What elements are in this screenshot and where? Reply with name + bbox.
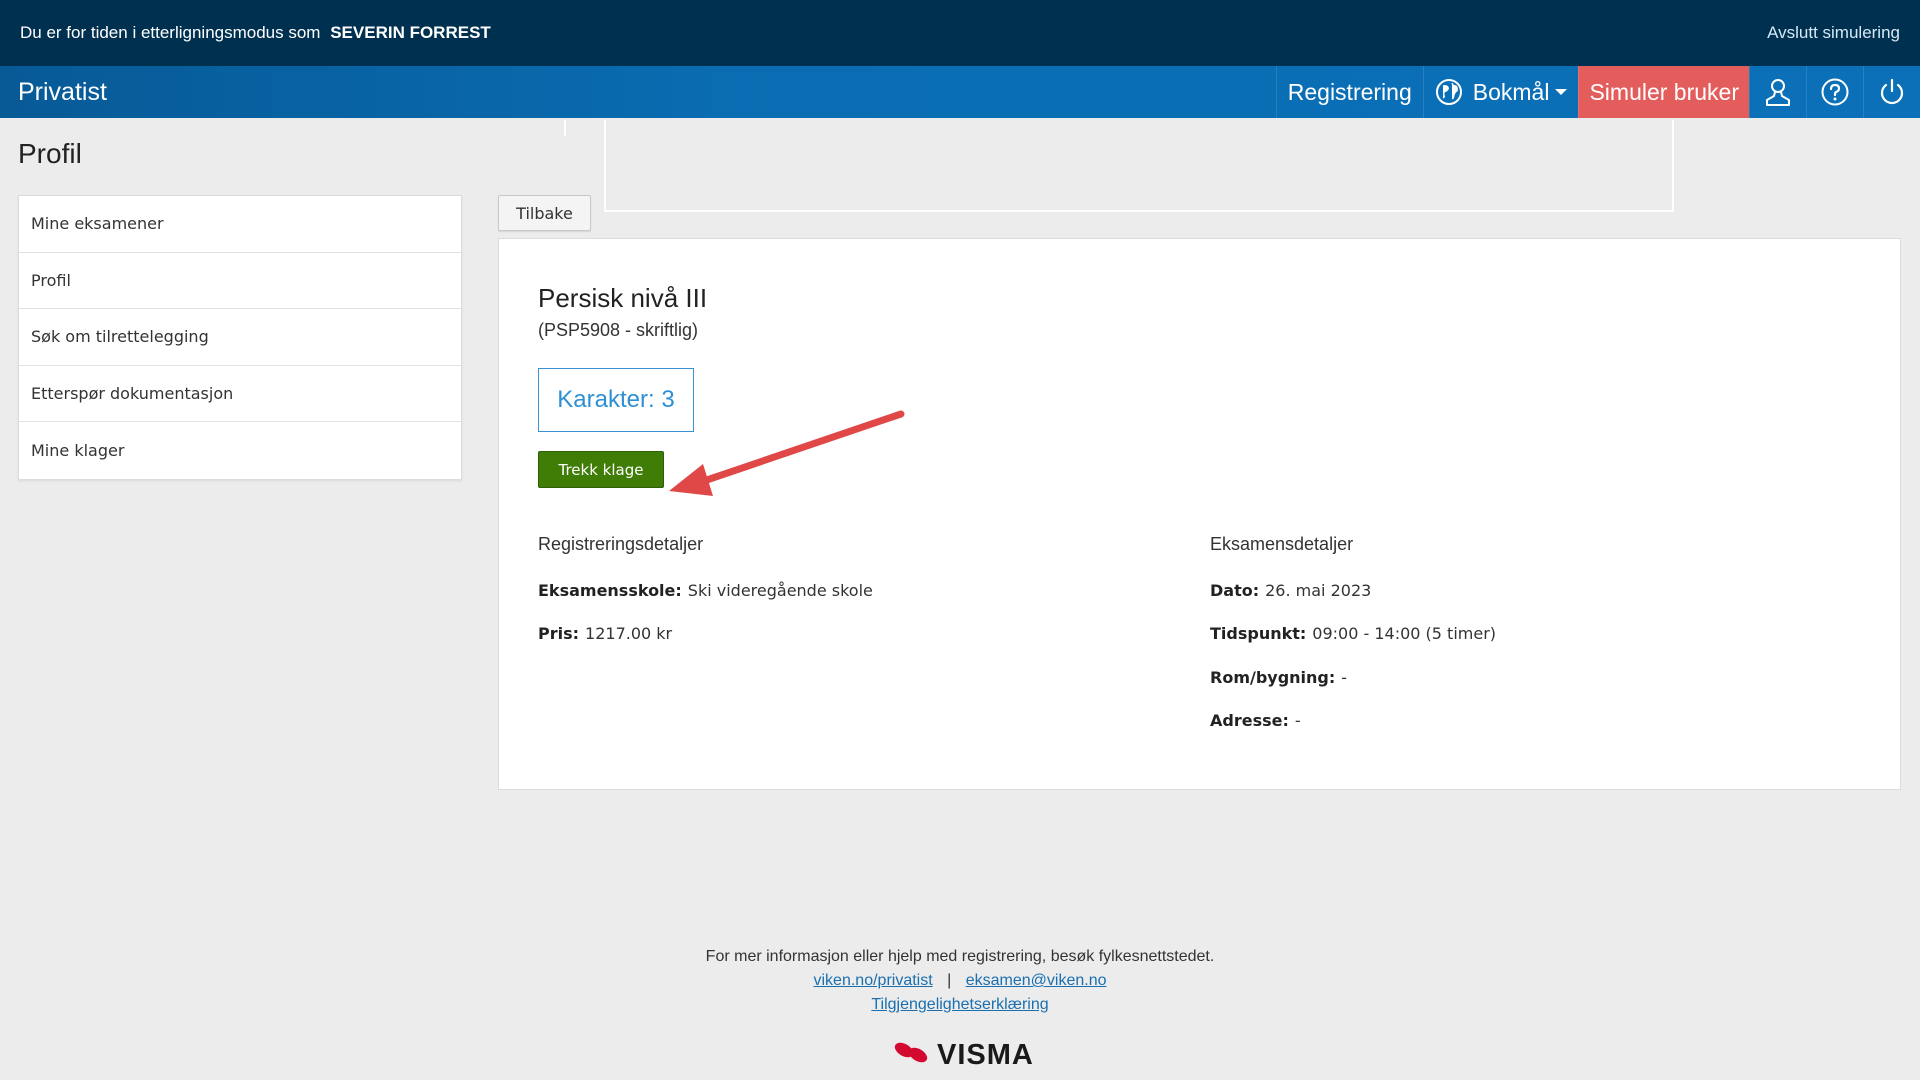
- footer-info-text: For mer informasjon eller hjelp med regi…: [705, 948, 1215, 965]
- main-nav: Privatist Registrering Bokmål Simuler br…: [0, 66, 1920, 118]
- page-title: Profil: [18, 138, 82, 169]
- footer-links: viken.no/privatist | eksamen@viken.no: [0, 972, 1920, 990]
- help-icon: [1820, 77, 1850, 107]
- back-button[interactable]: Tilbake: [498, 195, 591, 231]
- date-row: Dato: 26. mai 2023: [1210, 581, 1371, 600]
- visma-logo-text: VISMA: [937, 1038, 1034, 1071]
- globe-icon: [1435, 78, 1463, 106]
- chevron-down-icon: [1555, 89, 1568, 95]
- power-icon: [1877, 77, 1907, 107]
- footer-accessibility-row: Tilgjengelighetserklæring: [0, 996, 1920, 1014]
- annotation-arrow-icon: [669, 410, 905, 496]
- time-row: Tidspunkt: 09:00 - 14:00 (5 timer): [1210, 624, 1496, 643]
- room-row: Rom/bygning: -: [1210, 668, 1347, 687]
- simulation-banner: Du er for tiden i etterligningsmodus som…: [0, 0, 1920, 66]
- language-label: Bokmål: [1472, 78, 1550, 105]
- embedded-frame: [604, 120, 1674, 212]
- address-label: Adresse:: [1210, 711, 1289, 730]
- footer-email-link[interactable]: eksamen@viken.no: [966, 972, 1107, 989]
- brand-title[interactable]: Privatist: [0, 66, 1276, 118]
- page-footer: For mer informasjon eller hjelp med regi…: [0, 948, 1920, 1014]
- address-row: Adresse: -: [1210, 711, 1301, 730]
- exam-code: (PSP5908 - skriftlig): [538, 320, 699, 340]
- help-button[interactable]: [1806, 66, 1863, 118]
- price-label: Pris:: [538, 624, 580, 643]
- price-value: 1217.00 kr: [585, 624, 673, 643]
- simulated-user-name: SEVERIN FORREST: [330, 23, 491, 42]
- registration-details-heading: Registreringsdetaljer: [538, 534, 704, 554]
- user-profile-button[interactable]: [1749, 66, 1806, 118]
- price-row: Pris: 1217.00 kr: [538, 624, 672, 643]
- time-value: 09:00 - 14:00 (5 timer): [1312, 624, 1497, 643]
- footer-separator: |: [947, 972, 952, 989]
- exit-simulation-link[interactable]: Avslutt simulering: [1767, 23, 1900, 43]
- exam-details-heading: Eksamensdetaljer: [1210, 534, 1354, 554]
- nav-registration[interactable]: Registrering: [1275, 66, 1423, 118]
- simulation-prefix: Du er for tiden i etterligningsmodus som: [20, 23, 321, 42]
- language-selector[interactable]: Bokmål: [1422, 66, 1579, 118]
- sidebar-item-my-exams[interactable]: Mine eksamener: [19, 196, 461, 253]
- address-value: -: [1294, 711, 1301, 730]
- room-label: Rom/bygning:: [1210, 668, 1336, 687]
- time-label: Tidspunkt:: [1210, 624, 1307, 643]
- profile-sidebar: Mine eksamener Profil Søk om tilretteleg…: [18, 195, 462, 480]
- exam-school-label: Eksamensskole:: [538, 581, 682, 600]
- sidebar-item-profile[interactable]: Profil: [19, 253, 461, 309]
- simulate-user-button[interactable]: Simuler bruker: [1578, 66, 1749, 118]
- footer-accessibility-link[interactable]: Tilgjengelighetserklæring: [871, 996, 1048, 1013]
- visma-logo-icon: [893, 1040, 931, 1071]
- exam-school-value: Ski videregående skole: [687, 581, 873, 600]
- date-value: 26. mai 2023: [1265, 581, 1372, 600]
- exam-title: Persisk nivå III: [538, 283, 708, 313]
- withdraw-complaint-button[interactable]: Trekk klage: [538, 451, 664, 488]
- exam-detail-card: Persisk nivå III (PSP5908 - skriftlig) K…: [498, 238, 1901, 790]
- footer-privatist-link[interactable]: viken.no/privatist: [814, 972, 933, 989]
- embed-divider: [564, 120, 566, 136]
- room-value: -: [1341, 668, 1348, 687]
- user-icon: [1764, 77, 1792, 107]
- logout-button[interactable]: [1863, 66, 1920, 118]
- date-label: Dato:: [1210, 581, 1260, 600]
- sidebar-item-accommodation[interactable]: Søk om tilrettelegging: [19, 309, 461, 366]
- visma-logo: VISMA: [893, 1038, 1034, 1071]
- sidebar-item-documentation[interactable]: Etterspør dokumentasjon: [19, 366, 461, 422]
- sidebar-item-my-complaints[interactable]: Mine klager: [19, 422, 461, 479]
- simulation-message: Du er for tiden i etterligningsmodus som…: [20, 23, 491, 43]
- exam-school-row: Eksamensskole: Ski videregående skole: [538, 581, 873, 600]
